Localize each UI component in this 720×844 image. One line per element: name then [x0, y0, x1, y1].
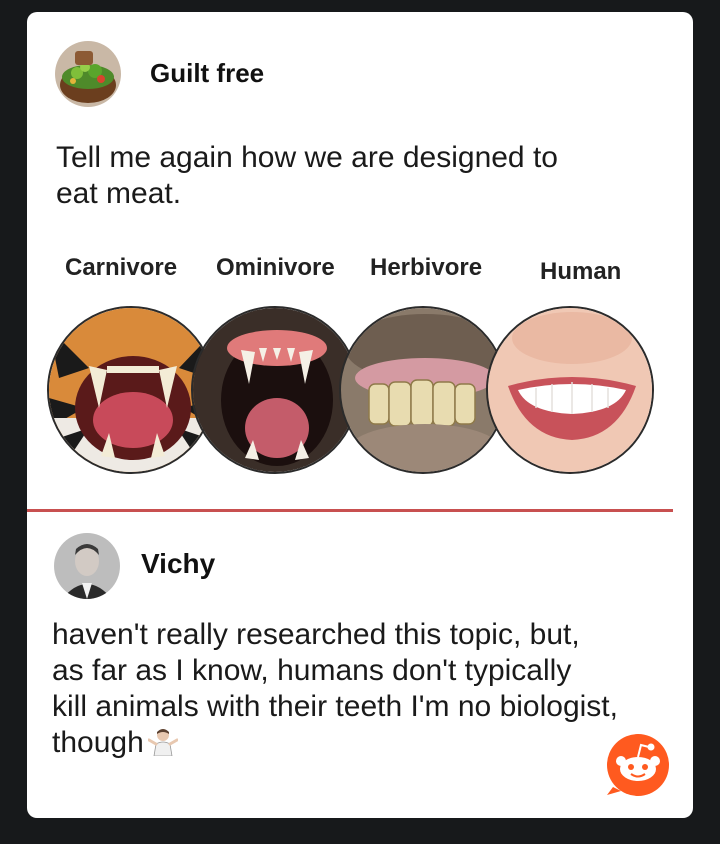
label-herbivore: Herbivore [370, 254, 483, 281]
label-carnivore: Carnivore [65, 254, 178, 281]
reply-body-line-3: kill animals with their teeth I'm no bio… [52, 690, 618, 723]
reply-body-line-4: though [52, 725, 618, 761]
vichy-avatar[interactable] [54, 533, 120, 599]
person-shrugging-emoji-icon [147, 726, 179, 757]
post-body: Tell me again how we are designed to eat… [56, 140, 558, 212]
meme-image-row [27, 298, 693, 498]
vichy-username[interactable]: Vichy [141, 548, 215, 580]
guilt-free-avatar[interactable] [55, 41, 121, 107]
tiger-teeth-image [47, 306, 215, 474]
reply-body: haven't really researched this topic, bu… [52, 617, 618, 761]
post-body-line-2: eat meat. [56, 177, 182, 210]
reply-body-line-2: as far as I know, humans don't typically [52, 654, 572, 687]
post-divider [27, 509, 673, 512]
post-body-line-1: Tell me again how we are designed to [56, 141, 558, 174]
reply-body-line-4-text: though [52, 726, 144, 759]
label-human: Human [540, 258, 622, 285]
reddit-icon [605, 731, 671, 797]
dog-teeth-image [191, 306, 359, 474]
horse-teeth-image [339, 306, 507, 474]
label-omnivore: Ominivore [216, 254, 335, 281]
meme-labels: Carnivore Ominivore Herbivore Human [27, 254, 693, 288]
human-smile-image [486, 306, 654, 474]
reply-body-line-1: haven't really researched this topic, bu… [52, 618, 580, 651]
post-card: Guilt free Tell me again how we are desi… [27, 12, 693, 818]
guilt-free-username[interactable]: Guilt free [150, 58, 264, 89]
